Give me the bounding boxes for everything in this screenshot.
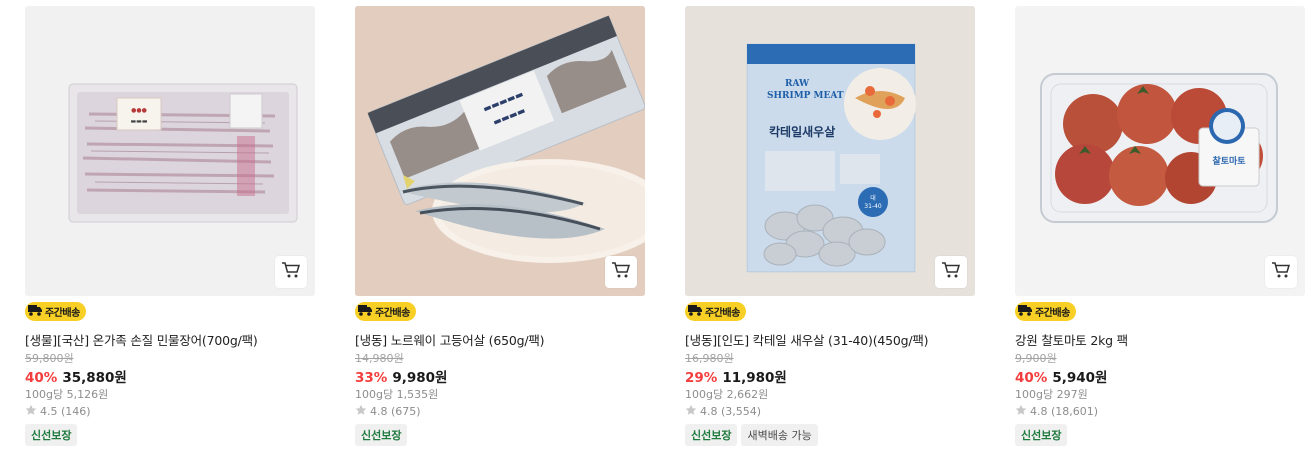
product-image[interactable]: RAW SHRIMP MEAT 칵테일새우살 대 31-40	[685, 6, 975, 296]
discount-rate: 40%	[1015, 370, 1048, 386]
package-text-raw: RAW	[785, 79, 810, 89]
delivery-truck-icon	[687, 302, 703, 321]
sale-price: 9,980원	[392, 370, 448, 386]
product-name[interactable]: [냉동] 노르웨이 고등어살 (650g/팩)	[355, 330, 645, 349]
delivery-truck-icon	[27, 302, 43, 321]
fresh-guarantee-tag: 신선보장	[25, 424, 78, 446]
svg-text:▬▬▬: ▬▬▬	[130, 118, 147, 125]
product-card[interactable]: ▬▬▬▬▬ ▬▬▬▬ 주간배송 [냉동] 노르웨이 고등어살 (650g/팩) …	[355, 6, 645, 446]
fresh-guarantee-tag: 신선보장	[685, 424, 738, 446]
rating-text: 4.8 (3,554)	[700, 405, 762, 418]
tomato-label: 찰토마토	[1212, 155, 1246, 167]
rating-text: 4.5 (146)	[40, 405, 91, 418]
product-image[interactable]: ●●● ▬▬▬	[25, 6, 315, 296]
badge-label: 주간배송	[375, 308, 410, 319]
rating-text: 4.8 (18,601)	[1030, 405, 1099, 418]
delivery-truck-icon	[1017, 302, 1033, 321]
sale-price: 11,980원	[722, 370, 787, 386]
tag-list: 신선보장	[355, 424, 408, 446]
package-size-label: 31-40	[864, 203, 882, 210]
tag-list: 신선보장	[25, 424, 78, 446]
unit-price: 100g당 1,535원	[355, 388, 439, 401]
product-image[interactable]: 찰토마토	[1015, 6, 1305, 296]
original-price: 14,980원	[355, 352, 404, 365]
tag-list: 신선보장	[1015, 424, 1068, 446]
fresh-guarantee-tag: 신선보장	[355, 424, 408, 446]
cart-icon	[281, 261, 301, 283]
original-price: 9,900원	[1015, 352, 1057, 365]
rating: 4.8 (18,601)	[1015, 404, 1098, 419]
product-card[interactable]: 찰토마토 주간배송 강원 찰토마토 2kg 팩 9,900원 40% 5,940…	[1015, 6, 1305, 446]
dawn-delivery-tag: 새벽배송 가능	[741, 424, 818, 446]
original-price: 59,800원	[25, 352, 74, 365]
cart-icon	[941, 261, 961, 283]
svg-text:●●●: ●●●	[131, 107, 147, 114]
discount-rate: 29%	[685, 370, 718, 386]
cart-icon	[611, 261, 631, 283]
delivery-truck-icon	[357, 302, 373, 321]
add-to-cart-button[interactable]	[1265, 256, 1297, 288]
sale-price: 35,880원	[62, 370, 127, 386]
add-to-cart-button[interactable]	[605, 256, 637, 288]
product-name[interactable]: 강원 찰토마토 2kg 팩	[1015, 330, 1305, 349]
rating: 4.8 (675)	[355, 404, 421, 419]
tag-list: 신선보장 새벽배송 가능	[685, 424, 818, 446]
original-price: 16,980원	[685, 352, 734, 365]
star-icon	[1015, 404, 1027, 419]
product-name[interactable]: [냉동][인도] 칵테일 새우살 (31-40)(450g/팩)	[685, 330, 975, 349]
unit-price: 100g당 297원	[1015, 388, 1088, 401]
svg-text:대: 대	[870, 194, 876, 202]
star-icon	[685, 404, 697, 419]
sale-price: 5,940원	[1052, 370, 1108, 386]
weekly-delivery-badge: 주간배송	[25, 302, 86, 321]
rating: 4.8 (3,554)	[685, 404, 761, 419]
weekly-delivery-badge: 주간배송	[355, 302, 416, 321]
price-row: 33% 9,980원	[355, 366, 447, 386]
fresh-guarantee-tag: 신선보장	[1015, 424, 1068, 446]
unit-price: 100g당 5,126원	[25, 388, 109, 401]
product-card[interactable]: RAW SHRIMP MEAT 칵테일새우살 대 31-40 주간배송 [냉동]…	[685, 6, 975, 446]
badge-label: 주간배송	[1035, 308, 1070, 319]
product-name[interactable]: [생물][국산] 온가족 손질 민물장어(700g/팩)	[25, 330, 315, 349]
unit-price: 100g당 2,662원	[685, 388, 769, 401]
price-row: 29% 11,980원	[685, 366, 787, 386]
add-to-cart-button[interactable]	[935, 256, 967, 288]
package-text-korean: 칵테일새우살	[769, 124, 835, 139]
product-image[interactable]: ▬▬▬▬▬ ▬▬▬▬	[355, 6, 645, 296]
product-card[interactable]: ●●● ▬▬▬ 주간배송 [생물][국산] 온가족 손질 민물장어(700g/팩…	[25, 6, 315, 446]
badge-label: 주간배송	[45, 308, 80, 319]
rating-text: 4.8 (675)	[370, 405, 421, 418]
badge-label: 주간배송	[705, 308, 740, 319]
weekly-delivery-badge: 주간배송	[685, 302, 746, 321]
discount-rate: 40%	[25, 370, 58, 386]
add-to-cart-button[interactable]	[275, 256, 307, 288]
weekly-delivery-badge: 주간배송	[1015, 302, 1076, 321]
rating: 4.5 (146)	[25, 404, 91, 419]
discount-rate: 33%	[355, 370, 388, 386]
star-icon	[355, 404, 367, 419]
price-row: 40% 35,880원	[25, 366, 127, 386]
package-text-shrimp-meat: SHRIMP MEAT	[767, 91, 844, 101]
cart-icon	[1271, 261, 1291, 283]
star-icon	[25, 404, 37, 419]
price-row: 40% 5,940원	[1015, 366, 1107, 386]
